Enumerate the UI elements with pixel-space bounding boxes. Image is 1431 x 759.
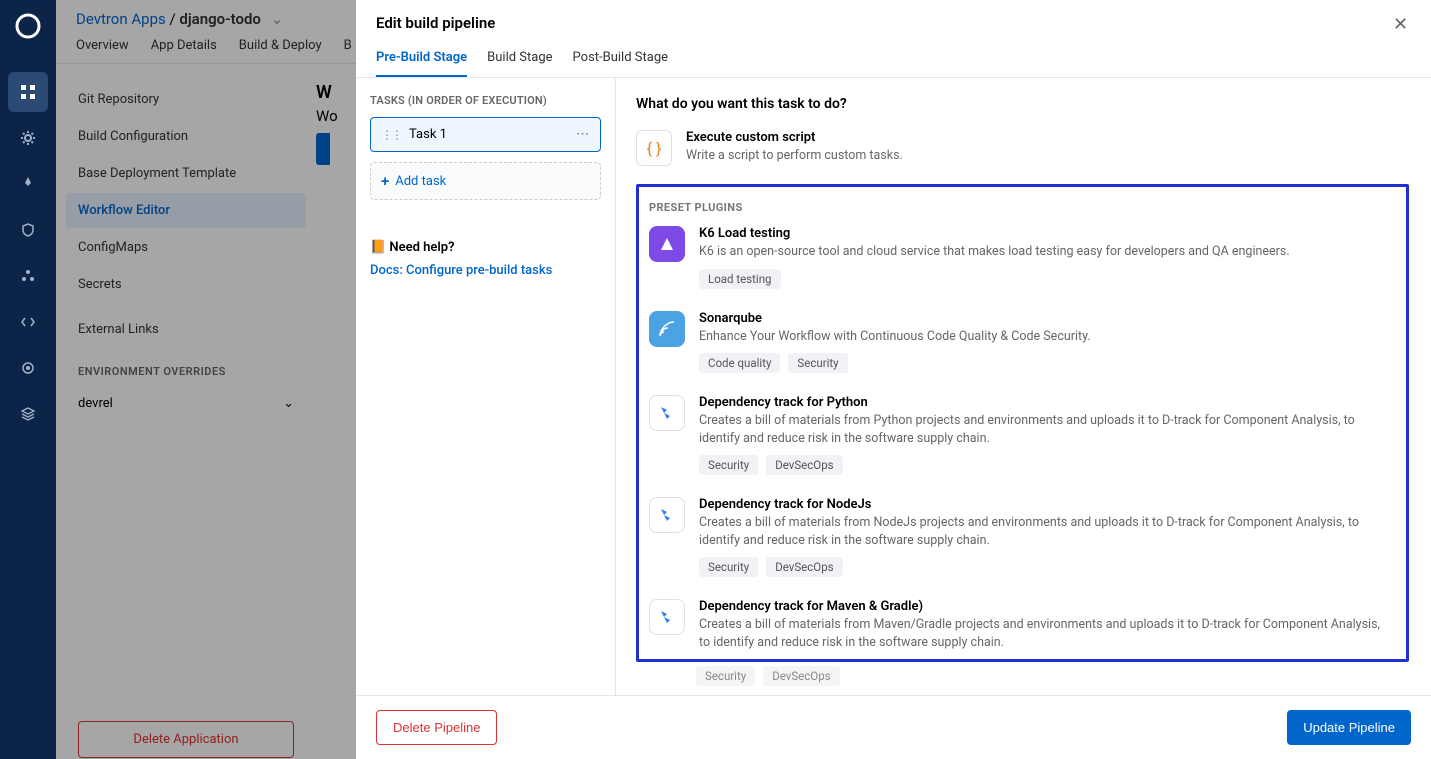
plugin-desc: Creates a bill of materials from Python … [699, 412, 1390, 447]
plugin-title: Dependency track for NodeJs [699, 497, 1390, 512]
dependency-track-icon [649, 497, 685, 533]
modal-header: Edit build pipeline ✕ [356, 0, 1431, 32]
rail-stack-icon[interactable] [8, 394, 48, 434]
tag: DevSecOps [763, 666, 839, 686]
rail-settings-icon[interactable] [8, 348, 48, 388]
rail-code-icon[interactable] [8, 302, 48, 342]
dependency-track-icon [649, 395, 685, 431]
modal-body: TASKS (IN ORDER OF EXECUTION) ⋮⋮ Task 1 … [356, 78, 1431, 695]
preset-plugins-section: PRESET PLUGINS K6 Load testing K6 is an … [636, 184, 1409, 662]
tag: Security [696, 666, 755, 686]
need-help-label: 📙 Need help? [370, 240, 601, 255]
plugin-sonarqube[interactable]: Sonarqube Enhance Your Workflow with Con… [649, 311, 1396, 374]
tasks-column: TASKS (IN ORDER OF EXECUTION) ⋮⋮ Task 1 … [356, 78, 616, 695]
execute-custom-script-card[interactable]: { } Execute custom script Write a script… [636, 130, 1431, 184]
logo-icon [12, 10, 44, 42]
tag: Code quality [699, 353, 780, 373]
content-column: What do you want this task to do? { } Ex… [616, 78, 1431, 695]
plugin-dep-nodejs[interactable]: Dependency track for NodeJs Creates a bi… [649, 497, 1396, 577]
tab-pre-build[interactable]: Pre-Build Stage [376, 50, 467, 77]
plugin-title: K6 Load testing [699, 226, 1390, 241]
rail-apps-icon[interactable] [8, 72, 48, 112]
custom-title: Execute custom script [686, 130, 903, 145]
tab-build[interactable]: Build Stage [487, 50, 552, 77]
plugin-dep-maven[interactable]: Dependency track for Maven & Gradle) Cre… [649, 599, 1396, 651]
tag: Security [788, 353, 847, 373]
plugin-desc: Creates a bill of materials from Maven/G… [699, 616, 1390, 651]
update-pipeline-button[interactable]: Update Pipeline [1287, 710, 1411, 745]
left-icon-rail [0, 0, 56, 759]
rail-rocket-icon[interactable] [8, 164, 48, 204]
plus-icon: + [381, 172, 389, 190]
prompt-title: What do you want this task to do? [636, 96, 1431, 112]
task-menu-icon[interactable]: ⋯ [576, 127, 590, 142]
task-item-1[interactable]: ⋮⋮ Task 1 ⋯ [370, 117, 601, 152]
tasks-label: TASKS (IN ORDER OF EXECUTION) [370, 94, 601, 107]
modal-title: Edit build pipeline [376, 14, 1411, 32]
plugin-dep-python[interactable]: Dependency track for Python Creates a bi… [649, 395, 1396, 475]
tag: Load testing [699, 269, 781, 289]
task-label: Task 1 [409, 127, 447, 142]
tab-post-build[interactable]: Post-Build Stage [573, 50, 668, 77]
plugin-desc: Enhance Your Workflow with Continuous Co… [699, 328, 1390, 346]
plugin-title: Sonarqube [699, 311, 1390, 326]
custom-desc: Write a script to perform custom tasks. [686, 147, 903, 165]
plugin-title: Dependency track for Maven & Gradle) [699, 599, 1390, 614]
modal-footer: Delete Pipeline Update Pipeline [356, 695, 1431, 759]
k6-icon [649, 226, 685, 262]
plugin-title: Dependency track for Python [699, 395, 1390, 410]
book-icon: 📙 [370, 240, 386, 255]
rail-cluster-icon[interactable] [8, 256, 48, 296]
rail-shield-icon[interactable] [8, 210, 48, 250]
delete-pipeline-button[interactable]: Delete Pipeline [376, 710, 497, 745]
plugin-desc: Creates a bill of materials from NodeJs … [699, 514, 1390, 549]
docs-link[interactable]: Docs: Configure pre-build tasks [370, 263, 601, 278]
tag: Security [699, 557, 758, 577]
tag: DevSecOps [766, 557, 842, 577]
close-icon[interactable]: ✕ [1393, 14, 1413, 34]
rail-gear-icon[interactable] [8, 118, 48, 158]
preset-plugins-label: PRESET PLUGINS [649, 201, 1396, 214]
modal-tabs: Pre-Build Stage Build Stage Post-Build S… [356, 32, 1431, 78]
sonarqube-icon [649, 311, 685, 347]
custom-script-icon: { } [636, 130, 672, 166]
plugin-desc: K6 is an open-source tool and cloud serv… [699, 243, 1390, 261]
edit-build-pipeline-modal: Edit build pipeline ✕ Pre-Build Stage Bu… [356, 0, 1431, 759]
plugin-k6[interactable]: K6 Load testing K6 is an open-source too… [649, 226, 1396, 289]
add-task-button[interactable]: + Add task [370, 162, 601, 200]
drag-handle-icon[interactable]: ⋮⋮ [381, 128, 401, 142]
dependency-track-icon [649, 599, 685, 635]
tag: Security [699, 455, 758, 475]
tag: DevSecOps [766, 455, 842, 475]
